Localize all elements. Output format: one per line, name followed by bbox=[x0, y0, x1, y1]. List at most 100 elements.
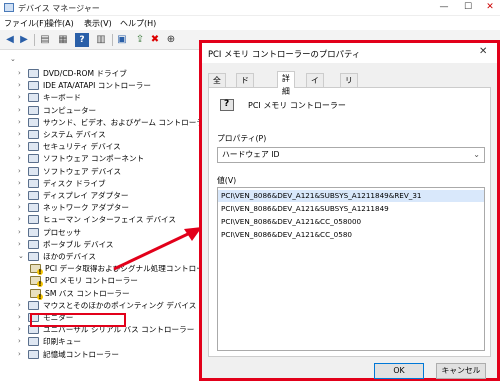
device-name: PCI メモリ コントローラー bbox=[248, 101, 346, 110]
cancel-button[interactable]: キャンセル bbox=[436, 363, 486, 379]
tree-item-label: ディスク ドライブ bbox=[43, 178, 106, 188]
device-category-icon bbox=[28, 215, 39, 225]
device-tree: ⌄ › DVD/CD-ROM ドライブ › IDE ATA/ATAPI コントローラー… bbox=[0, 51, 219, 381]
grid-view-icon[interactable]: ▥ bbox=[94, 33, 108, 47]
chevron-icon[interactable]: › bbox=[18, 202, 26, 213]
warning-device-icon bbox=[30, 264, 43, 276]
menu-file[interactable]: ファイル(F) bbox=[4, 18, 47, 29]
tree-item-label: ヒューマン インターフェイス デバイス bbox=[43, 215, 177, 225]
tree-item-label: ほかのデバイス bbox=[43, 252, 96, 261]
tree-item-label: IDE ATA/ATAPI コントローラー bbox=[43, 81, 151, 91]
device-category-icon bbox=[28, 142, 39, 152]
value-list[interactable]: PCI\VEN_8086&DEV_A121&SUBSYS_A1211849&RE… bbox=[217, 187, 485, 351]
device-category-icon bbox=[28, 178, 39, 188]
tree-item-label: システム デバイス bbox=[43, 130, 106, 139]
menu-action[interactable]: 操作(A) bbox=[46, 18, 74, 29]
menu-view[interactable]: 表示(V) bbox=[84, 18, 112, 29]
chevron-icon[interactable]: › bbox=[18, 324, 26, 335]
tree-view-icon[interactable]: ▤ bbox=[38, 33, 52, 47]
tree-item-label: ポータブル デバイス bbox=[43, 239, 114, 249]
chevron-down-icon: ⌄ bbox=[473, 150, 480, 159]
red-arrow-icon bbox=[113, 227, 202, 271]
device-category-icon bbox=[28, 349, 39, 359]
tree-item-label: ソフトウェア デバイス bbox=[43, 166, 122, 176]
chevron-icon[interactable]: › bbox=[18, 80, 26, 91]
device-category-icon bbox=[28, 191, 39, 200]
highlight-box bbox=[30, 313, 126, 327]
maximize-icon[interactable]: ☐ bbox=[456, 0, 480, 16]
chevron-icon[interactable]: › bbox=[18, 117, 26, 128]
download-icon[interactable]: ⊕ bbox=[164, 33, 178, 47]
device-category-icon bbox=[28, 69, 39, 78]
device-category-icon bbox=[28, 166, 39, 176]
back-arrow-icon[interactable]: ◀ bbox=[3, 33, 17, 47]
list-item[interactable]: PCI\VEN_8086&DEV_A121&CC_058000 bbox=[218, 216, 484, 228]
chevron-icon[interactable]: › bbox=[18, 92, 26, 103]
chevron-icon[interactable]: › bbox=[18, 166, 26, 177]
device-category-icon bbox=[28, 300, 39, 310]
list-item[interactable]: PCI\VEN_8086&DEV_A121&SUBSYS_A1211849 bbox=[218, 203, 484, 215]
chevron-icon[interactable]: › bbox=[18, 227, 26, 238]
uninstall-icon[interactable]: ✖ bbox=[148, 33, 162, 47]
property-select[interactable]: ハードウェア ID ⌄ bbox=[217, 147, 485, 163]
scan-hardware-icon[interactable]: ▣ bbox=[115, 33, 129, 47]
chevron-icon[interactable]: › bbox=[18, 300, 26, 311]
chevron-icon[interactable]: › bbox=[18, 105, 26, 116]
device-category-icon bbox=[28, 239, 39, 249]
chevron-icon[interactable]: › bbox=[18, 153, 26, 164]
close-window-icon[interactable]: ✕ bbox=[478, 0, 500, 16]
chevron-icon[interactable]: › bbox=[18, 178, 26, 189]
chevron-icon[interactable]: › bbox=[18, 129, 26, 140]
chevron-icon[interactable]: › bbox=[18, 141, 26, 152]
window-title: デバイス マネージャー bbox=[18, 4, 100, 13]
close-icon[interactable]: ✕ bbox=[479, 46, 487, 57]
property-value: ハードウェア ID bbox=[222, 150, 280, 159]
chevron-icon[interactable]: ⌄ bbox=[18, 251, 26, 262]
tree-item-label: DVD/CD-ROM ドライブ bbox=[43, 69, 127, 78]
chevron-icon[interactable]: › bbox=[18, 190, 26, 201]
tree-item-label: ネットワーク アダプター bbox=[43, 203, 129, 213]
window-titlebar: デバイス マネージャー — ☐ ✕ bbox=[0, 0, 500, 16]
property-label: プロパティ(P) bbox=[217, 134, 267, 143]
tree-item-label: ソフトウェア コンポーネント bbox=[43, 154, 145, 164]
tab-driver[interactable]: ドライバー bbox=[236, 73, 254, 137]
chevron-icon[interactable]: › bbox=[18, 68, 26, 79]
unknown-device-icon bbox=[220, 99, 234, 111]
chevron-icon[interactable]: › bbox=[18, 336, 26, 347]
tab-details[interactable]: 詳細 bbox=[277, 71, 295, 96]
tree-item-label: 記憶域コントローラー bbox=[43, 349, 119, 359]
tab-resources[interactable]: リソース bbox=[340, 73, 358, 124]
menu-help[interactable]: ヘルプ(H) bbox=[120, 18, 156, 29]
tree-item-label: キーボード bbox=[43, 93, 81, 103]
dialog-title: PCI メモリ コントローラーのプロパティ bbox=[208, 49, 361, 59]
tree-item-label: SM バス コントローラー bbox=[45, 288, 130, 298]
ok-button[interactable]: OK bbox=[374, 363, 424, 379]
list-item[interactable]: PCI\VEN_8086&DEV_A121&CC_0580 bbox=[218, 229, 484, 241]
properties-dialog: PCI メモリ コントローラーのプロパティ ✕ 全般 ドライバー 詳細 イベント… bbox=[199, 40, 500, 381]
tree-item-label: PCI メモリ コントローラー bbox=[45, 276, 138, 286]
device-category-icon bbox=[28, 337, 39, 347]
tree-root-expander[interactable]: ⌄ bbox=[10, 55, 16, 65]
chevron-icon[interactable]: › bbox=[18, 312, 26, 323]
chevron-icon[interactable]: › bbox=[18, 349, 26, 360]
help-icon[interactable]: ? bbox=[75, 33, 89, 47]
device-category-icon bbox=[28, 203, 39, 213]
forward-arrow-icon[interactable]: ▶ bbox=[17, 33, 31, 47]
value-label: 値(V) bbox=[217, 176, 237, 185]
update-driver-icon[interactable]: ⇪ bbox=[133, 33, 147, 47]
properties-icon[interactable]: ▦ bbox=[56, 33, 70, 47]
tab-general[interactable]: 全般 bbox=[208, 73, 226, 98]
minimize-icon[interactable]: — bbox=[432, 0, 456, 16]
chevron-icon[interactable]: › bbox=[18, 214, 26, 225]
tree-item-label: ディスプレイ アダプター bbox=[43, 191, 129, 200]
tab-events[interactable]: イベント bbox=[306, 73, 324, 124]
device-category-icon bbox=[28, 130, 39, 139]
device-category-icon bbox=[28, 252, 39, 261]
tree-item-label: セキュリティ デバイス bbox=[43, 142, 121, 152]
tree-item-label: プロセッサ bbox=[43, 227, 81, 237]
tree-item-label: サウンド、ビデオ、およびゲーム コントローラー bbox=[43, 117, 212, 127]
device-category-icon bbox=[28, 227, 39, 237]
chevron-icon[interactable]: › bbox=[18, 239, 26, 250]
list-item[interactable]: PCI\VEN_8086&DEV_A121&SUBSYS_A1211849&RE… bbox=[218, 190, 484, 202]
tree-item-label: マウスとそのほかのポインティング デバイス bbox=[43, 300, 197, 310]
